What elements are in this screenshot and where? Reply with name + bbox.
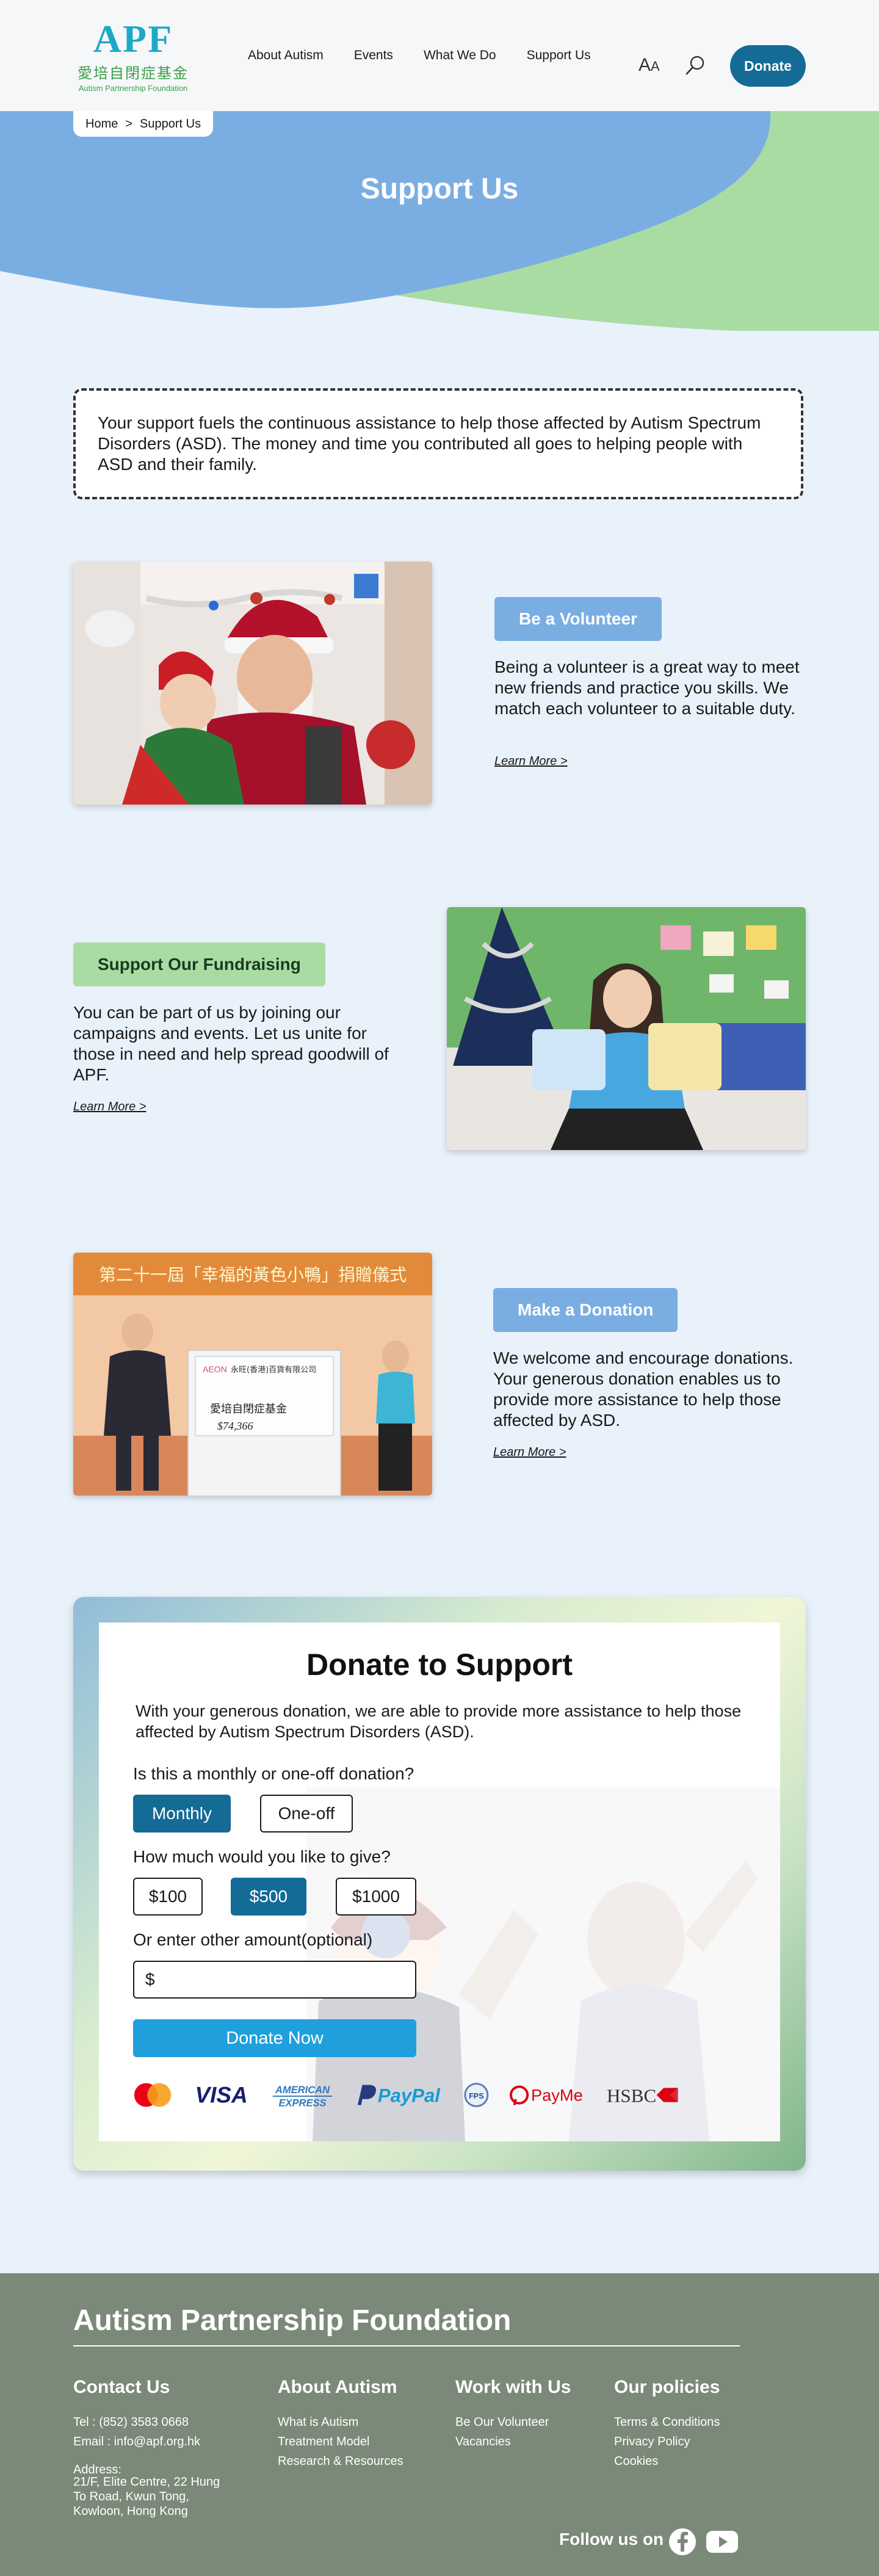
hero-waves [0, 111, 879, 331]
facebook-icon[interactable] [668, 2527, 697, 2556]
font-size-toggle[interactable]: AA [638, 55, 660, 76]
footer-link-what-is-autism[interactable]: What is Autism [278, 2412, 358, 2432]
be-a-volunteer-button[interactable]: Be a Volunteer [494, 597, 662, 641]
paypal-label: PayPal [378, 2085, 441, 2107]
donate-form: Donate to Support With your generous don… [99, 1623, 780, 2141]
one-off-option[interactable]: One-off [260, 1795, 353, 1833]
page-title: Support Us [360, 173, 519, 205]
breadcrumb: Home > Support Us [73, 111, 214, 137]
footer-address-line-3: Kowloon, Hong Kong [73, 2505, 188, 2518]
apf-logo[interactable]: APF 愛培自閉症基金 Autism Partnership Foundatio… [73, 17, 193, 93]
paypal-icon: PayPal [358, 2085, 441, 2107]
cheque-payee: 愛培自閉症基金 [210, 1403, 287, 1416]
cheque-amount: $74,366 [217, 1420, 253, 1432]
amex-label-2: EXPRESS [279, 2097, 327, 2108]
mastercard-icon [134, 2083, 172, 2107]
nav-support-us[interactable]: Support Us [527, 48, 591, 63]
visa-icon: VISA [195, 2083, 248, 2108]
other-amount-input[interactable]: $ [133, 1961, 416, 1999]
youtube-icon[interactable] [706, 2527, 739, 2556]
donate-title: Donate to Support [306, 1648, 573, 1682]
follow-us-label: Follow us on [559, 2530, 664, 2549]
visa-label: VISA [195, 2083, 248, 2108]
font-size-large-label: A [638, 55, 651, 75]
page: APF 愛培自閉症基金 Autism Partnership Foundatio… [0, 0, 879, 2576]
search-icon[interactable] [685, 55, 706, 76]
amount-100-option[interactable]: $100 [133, 1878, 203, 1916]
amount-1000-option[interactable]: $1000 [336, 1878, 416, 1916]
fundraising-learn-more-link[interactable]: Learn More > [73, 1100, 146, 1114]
footer-email[interactable]: Email : info@apf.org.hk [73, 2432, 200, 2451]
font-size-small-label: A [651, 59, 660, 74]
breadcrumb-separator: > [125, 117, 133, 131]
volunteer-photo [73, 562, 432, 805]
footer-link-be-our-volunteer[interactable]: Be Our Volunteer [455, 2412, 549, 2432]
footer-title: Autism Partnership Foundation [73, 2304, 512, 2337]
nav-about-autism[interactable]: About Autism [248, 48, 324, 63]
breadcrumb-current: Support Us [140, 117, 201, 131]
footer-tel: Tel : (852) 3583 0668 [73, 2415, 189, 2429]
hsbc-icon: HSBC [607, 2085, 678, 2107]
fps-icon: FPS [464, 2083, 489, 2107]
american-express-icon: AMERICAN EXPRESS [273, 2084, 333, 2108]
fundraising-photo [447, 907, 806, 1150]
header-donate-button[interactable]: Donate [730, 45, 806, 87]
donation-text: We welcome and encourage donations. Your… [493, 1348, 794, 1430]
payme-label: PayMe [531, 2086, 583, 2105]
footer-divider [73, 2345, 740, 2346]
nav-events[interactable]: Events [354, 48, 393, 63]
footer-address-line-1: 21/F, Elite Centre, 22 Hung [73, 2475, 220, 2489]
volunteer-text: Being a volunteer is a great way to meet… [494, 657, 800, 718]
policies-heading: Our policies [614, 2377, 720, 2397]
currency-prefix: $ [145, 1970, 155, 1989]
hsbc-label: HSBC [607, 2085, 656, 2107]
photo-banner-text: 第二十一屆「幸福的黃色小鴨」捐贈儀式 [99, 1265, 407, 1285]
logo-chinese-name: 愛培自閉症基金 [78, 65, 189, 82]
amount-question: How much would you like to give? [133, 1847, 391, 1866]
footer-link-privacy[interactable]: Privacy Policy [614, 2432, 690, 2451]
donation-photo: 第二十一屆「幸福的黃色小鴨」捐贈儀式 AEON 永旺(香港)百貨有限公司 愛培自… [73, 1253, 432, 1496]
footer-address-line-2: To Road, Kwun Tong, [73, 2490, 189, 2503]
nav-what-we-do[interactable]: What We Do [424, 48, 496, 63]
volunteer-learn-more-link[interactable]: Learn More > [494, 754, 568, 769]
payme-icon: PayMe [510, 2085, 583, 2105]
amex-label-1: AMERICAN [275, 2084, 330, 2096]
amount-500-option[interactable]: $500 [231, 1878, 306, 1916]
frequency-question: Is this a monthly or one-off donation? [133, 1764, 414, 1783]
footer-link-treatment-model[interactable]: Treatment Model [278, 2432, 369, 2451]
site-header: APF 愛培自閉症基金 Autism Partnership Foundatio… [0, 0, 879, 111]
logo-english-name: Autism Partnership Foundation [78, 84, 188, 93]
fps-label: FPS [469, 2092, 484, 2100]
donate-description: With your generous donation, we are able… [136, 1702, 742, 1741]
about-heading: About Autism [278, 2377, 397, 2397]
hero-banner [0, 111, 879, 331]
support-fundraising-button[interactable]: Support Our Fundraising [73, 942, 325, 986]
donate-now-button[interactable]: Donate Now [133, 2019, 416, 2057]
make-a-donation-button[interactable]: Make a Donation [493, 1288, 678, 1332]
footer-link-cookies[interactable]: Cookies [614, 2451, 658, 2471]
breadcrumb-home[interactable]: Home [85, 117, 118, 131]
footer-link-vacancies[interactable]: Vacancies [455, 2432, 511, 2451]
site-footer: Autism Partnership Foundation Contact Us… [0, 2273, 879, 2576]
logo-mark: APF [93, 17, 173, 60]
cheque-company: 永旺(香港)百貨有限公司 [231, 1365, 316, 1375]
intro-box: Your support fuels the continuous assist… [73, 388, 803, 499]
footer-link-research-resources[interactable]: Research & Resources [278, 2451, 403, 2471]
other-amount-label: Or enter other amount(optional) [133, 1930, 373, 1949]
main-nav: About Autism Events What We Do Support U… [248, 0, 591, 111]
fundraising-text: You can be part of us by joining our cam… [73, 1003, 389, 1084]
donation-learn-more-link[interactable]: Learn More > [493, 1445, 566, 1460]
footer-link-terms[interactable]: Terms & Conditions [614, 2412, 720, 2432]
payment-methods: VISA AMERICAN EXPRESS PayPal FPS PayMe H… [133, 2079, 682, 2111]
work-heading: Work with Us [455, 2377, 571, 2397]
monthly-option[interactable]: Monthly [133, 1795, 231, 1833]
cheque-brand: AEON [203, 1364, 227, 1374]
contact-heading: Contact Us [73, 2377, 170, 2397]
